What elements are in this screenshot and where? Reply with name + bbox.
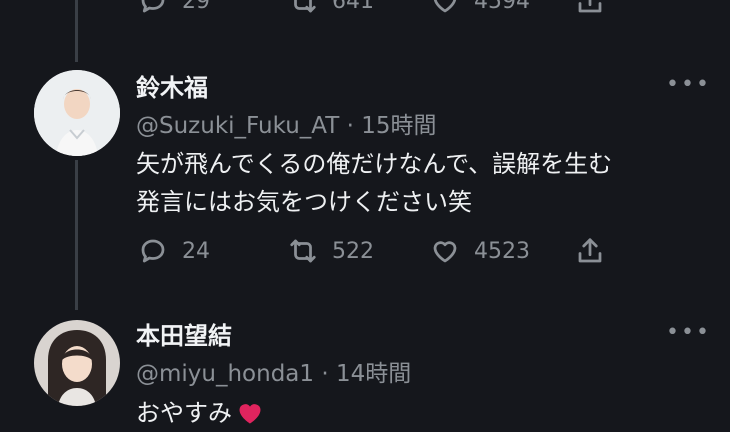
share-icon xyxy=(578,0,602,13)
more-options-icon[interactable]: ••• xyxy=(666,72,711,97)
tweet-meta: @Suzuki_Fuku_AT · 15時間 xyxy=(136,106,437,140)
heart-icon xyxy=(433,241,457,263)
user-handle[interactable]: @Suzuki_Fuku_AT xyxy=(136,113,339,139)
like-count: 4594 xyxy=(474,0,530,14)
heart-icon xyxy=(433,0,457,13)
share-button[interactable] xyxy=(575,0,605,16)
meta-separator: · xyxy=(321,361,329,387)
reply-icon xyxy=(141,239,165,263)
like-button[interactable]: 4523 xyxy=(430,236,530,266)
retweet-button[interactable]: 641 xyxy=(288,0,374,16)
reply-button[interactable]: 29 xyxy=(138,0,210,16)
reply-icon xyxy=(141,0,165,13)
retweet-icon xyxy=(290,239,316,263)
retweet-count: 522 xyxy=(332,238,374,264)
tweet-time[interactable]: 14時間 xyxy=(336,361,411,387)
tweet-text-line: 発言にはお気をつけください笑 xyxy=(136,188,472,216)
share-icon xyxy=(578,238,602,263)
like-button[interactable]: 4594 xyxy=(430,0,530,16)
avatar-image xyxy=(34,320,120,406)
tweet-text-line: 矢が飛んでくるの俺だけなんで、誤解を生む xyxy=(136,150,613,178)
reply-count: 29 xyxy=(182,0,210,14)
tweet-text: おやすみ xyxy=(136,394,264,432)
reply-count: 24 xyxy=(182,238,210,264)
retweet-count: 641 xyxy=(332,0,374,14)
display-name[interactable]: 鈴木福 xyxy=(136,68,208,103)
tweet-time[interactable]: 15時間 xyxy=(361,113,436,139)
retweet-button[interactable]: 522 xyxy=(288,236,374,266)
tweet-text: 矢が飛んでくるの俺だけなんで、誤解を生む 発言にはお気をつけください笑 xyxy=(136,145,612,221)
red-heart-emoji-icon xyxy=(239,404,261,424)
like-count: 4523 xyxy=(474,238,530,264)
more-options-icon[interactable]: ••• xyxy=(666,320,711,345)
avatar[interactable] xyxy=(34,320,120,406)
tweet-meta: @miyu_honda1 · 14時間 xyxy=(136,354,411,388)
avatar[interactable] xyxy=(34,70,120,156)
meta-separator: · xyxy=(346,113,354,139)
thread-line-top xyxy=(75,0,78,62)
retweet-icon xyxy=(294,0,316,13)
display-name[interactable]: 本田望結 xyxy=(136,316,232,351)
reply-button[interactable]: 24 xyxy=(138,236,210,266)
avatar-image xyxy=(34,70,120,156)
share-button[interactable] xyxy=(575,236,605,266)
user-handle[interactable]: @miyu_honda1 xyxy=(136,361,314,387)
thread-line-middle xyxy=(75,160,78,310)
tweet-text-line: おやすみ xyxy=(136,399,232,427)
